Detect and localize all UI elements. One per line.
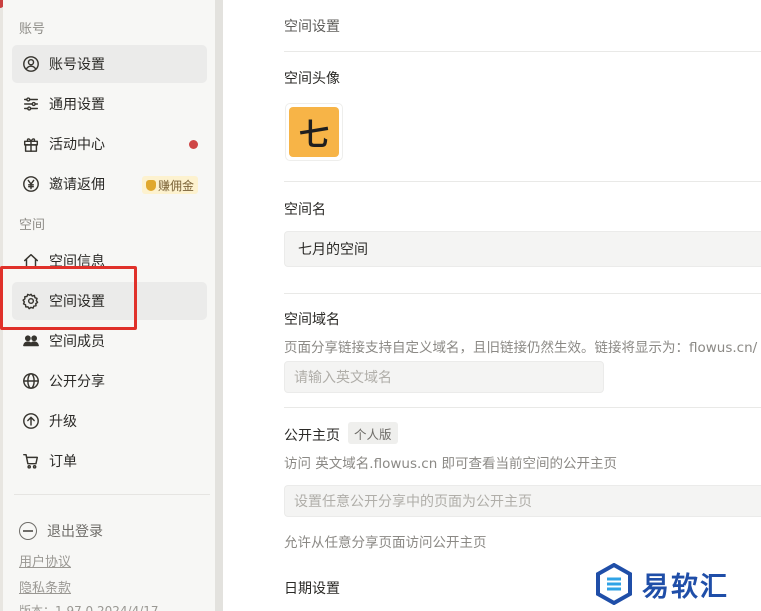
homepage-page-select[interactable]: 设置任意公开分享中的页面为公开主页 bbox=[284, 485, 761, 517]
arrow-up-circle-icon bbox=[21, 411, 41, 431]
site-watermark: 易软汇 bbox=[594, 562, 729, 606]
globe-icon bbox=[21, 371, 41, 391]
section-divider bbox=[284, 181, 761, 182]
sidebar-item-upgrade[interactable]: 升级 bbox=[12, 402, 207, 440]
space-avatar-button[interactable]: 七 bbox=[285, 103, 343, 161]
sidebar-item-label: 账号设置 bbox=[49, 57, 105, 73]
earn-commission-label: 赚佣金 bbox=[157, 178, 194, 193]
cart-icon bbox=[21, 451, 41, 471]
section-divider bbox=[284, 407, 761, 408]
sidebar-item-activity-center[interactable]: 活动中心 bbox=[12, 125, 207, 163]
sidebar-item-label: 订单 bbox=[49, 454, 77, 470]
sidebar-item-label: 空间成员 bbox=[49, 334, 105, 350]
page-title: 空间设置 bbox=[284, 19, 340, 35]
version-text: 版本：1.97.0 2024/4/17 bbox=[19, 604, 159, 611]
earn-commission-badge[interactable]: 赚佣金 bbox=[141, 176, 198, 194]
sidebar-item-orders[interactable]: 订单 bbox=[12, 442, 207, 480]
space-domain-label: 空间域名 bbox=[284, 312, 340, 328]
date-settings-label: 日期设置 bbox=[284, 581, 340, 597]
logout-icon bbox=[19, 522, 37, 540]
sidebar-item-label: 活动中心 bbox=[49, 137, 105, 153]
homepage-access-note: 允许从任意分享页面访问公开主页 bbox=[284, 535, 487, 551]
members-icon bbox=[21, 331, 41, 351]
space-domain-description: 页面分享链接支持自定义域名，且旧链接仍然生效。链接将显示为：flowus.cn/ bbox=[284, 340, 758, 356]
domain-input[interactable]: 请输入英文域名 bbox=[284, 361, 604, 393]
sidebar-item-general-settings[interactable]: 通用设置 bbox=[12, 85, 207, 123]
sidebar-item-public-share[interactable]: 公开分享 bbox=[12, 362, 207, 400]
sliders-icon bbox=[21, 94, 41, 114]
privacy-policy-link[interactable]: 隐私条款 bbox=[19, 577, 71, 596]
sidebar-item-label: 通用设置 bbox=[49, 97, 105, 113]
sidebar-item-account-settings[interactable]: 账号设置 bbox=[12, 45, 207, 83]
settings-main-panel: 空间设置 空间头像 七 空间名 七月的空间 空间域名 页面分享链接支持自定义域名… bbox=[223, 0, 761, 611]
sidebar-item-label: 升级 bbox=[49, 414, 77, 430]
watermark-logo-icon bbox=[594, 562, 634, 606]
gift-icon bbox=[21, 134, 41, 154]
money-bag-icon bbox=[145, 179, 156, 191]
personal-plan-tag: 个人版 bbox=[348, 422, 398, 444]
user-agreement-link[interactable]: 用户协议 bbox=[19, 551, 71, 570]
space-name-label: 空间名 bbox=[284, 202, 326, 218]
section-divider bbox=[284, 293, 761, 294]
public-homepage-label: 公开主页 bbox=[284, 428, 340, 444]
logout-label: 退出登录 bbox=[47, 524, 103, 540]
sidebar-item-label: 邀请返佣 bbox=[49, 177, 105, 193]
user-circle-icon bbox=[21, 54, 41, 74]
watermark-text: 易软汇 bbox=[642, 571, 729, 603]
sidebar-scrollbar[interactable] bbox=[215, 0, 223, 611]
section-label-space: 空间 bbox=[19, 218, 46, 233]
section-label-account: 账号 bbox=[19, 22, 46, 37]
logout-button[interactable]: 退出登录 bbox=[19, 521, 103, 541]
sidebar-item-invite-rebate[interactable]: 邀请返佣 赚佣金 bbox=[12, 165, 207, 203]
avatar-section-label: 空间头像 bbox=[284, 71, 340, 87]
space-avatar: 七 bbox=[289, 107, 339, 157]
section-divider bbox=[284, 51, 761, 52]
yen-icon bbox=[21, 174, 41, 194]
notification-dot bbox=[189, 140, 198, 149]
space-name-input[interactable]: 七月的空间 bbox=[284, 231, 761, 267]
sidebar-divider bbox=[14, 494, 210, 495]
public-homepage-description: 访问 英文域名.flowus.cn 即可查看当前空间的公开主页 bbox=[284, 456, 618, 472]
highlight-annotation bbox=[0, 266, 137, 330]
sidebar-item-label: 公开分享 bbox=[49, 374, 105, 390]
